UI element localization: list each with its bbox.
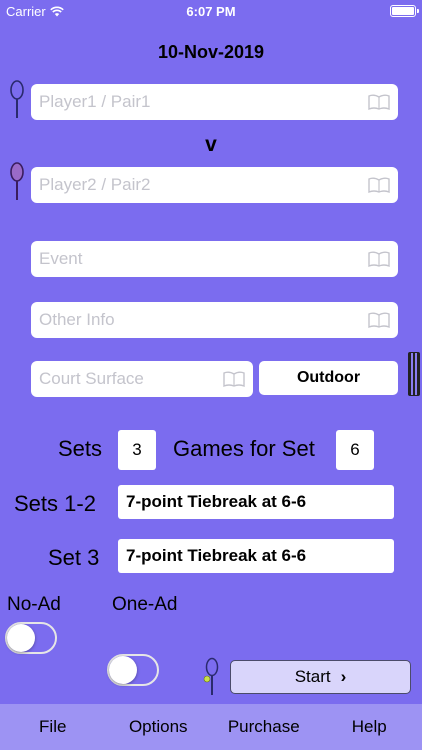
- player2-placeholder: Player2 / Pair2: [39, 175, 151, 194]
- set-3-tiebreak-select[interactable]: 7-point Tiebreak at 6-6: [118, 539, 394, 573]
- address-book-icon[interactable]: [368, 177, 390, 193]
- sets-label: Sets: [58, 436, 103, 461]
- address-book-icon[interactable]: [368, 94, 390, 110]
- event-input[interactable]: Event: [31, 241, 398, 277]
- other-info-placeholder: Other Info: [39, 310, 115, 329]
- player1-input[interactable]: Player1 / Pair1: [31, 84, 398, 120]
- battery-icon: [390, 5, 419, 17]
- chevron-right-icon: ›: [340, 667, 347, 686]
- event-placeholder: Event: [39, 249, 83, 268]
- tab-options[interactable]: Options: [106, 717, 212, 737]
- bottom-toolbar: File Options Purchase Help: [0, 704, 422, 750]
- tab-purchase[interactable]: Purchase: [211, 717, 317, 737]
- start-button[interactable]: Start ›: [230, 660, 411, 694]
- status-bar: Carrier 6:07 PM: [0, 0, 422, 22]
- no-ad-toggle[interactable]: [5, 622, 57, 654]
- tab-file[interactable]: File: [0, 717, 106, 737]
- sets-1-2-label: Sets 1-2: [14, 491, 96, 516]
- racket-ball-icon: [203, 657, 219, 695]
- sets-value[interactable]: 3: [118, 430, 156, 470]
- match-date[interactable]: 10-Nov-2019: [0, 42, 422, 63]
- games-for-set-value[interactable]: 6: [336, 430, 374, 470]
- player2-input[interactable]: Player2 / Pair2: [31, 167, 398, 203]
- sets-1-2-tiebreak-select[interactable]: 7-point Tiebreak at 6-6: [118, 485, 394, 519]
- tab-help[interactable]: Help: [317, 717, 422, 737]
- court-surface-input[interactable]: Court Surface: [31, 361, 253, 397]
- start-label: Start: [294, 667, 331, 686]
- address-book-icon[interactable]: [368, 251, 390, 267]
- status-time: 6:07 PM: [186, 4, 236, 19]
- drag-handle[interactable]: [408, 352, 420, 396]
- games-for-set-label: Games for Set: [173, 436, 315, 461]
- court-surface-placeholder: Court Surface: [39, 369, 144, 388]
- no-ad-label: No-Ad: [7, 594, 61, 615]
- address-book-icon[interactable]: [223, 371, 245, 387]
- one-ad-label: One-Ad: [112, 594, 178, 615]
- other-info-input[interactable]: Other Info: [31, 302, 398, 338]
- player1-placeholder: Player1 / Pair1: [39, 92, 151, 111]
- address-book-icon[interactable]: [368, 312, 390, 328]
- one-ad-toggle[interactable]: [107, 654, 159, 686]
- set-3-label: Set 3: [48, 545, 100, 570]
- racket-icon-player2: [10, 162, 24, 200]
- outdoor-button[interactable]: Outdoor: [259, 361, 398, 395]
- racket-icon-player1: [10, 80, 24, 118]
- versus-label: v: [205, 133, 217, 156]
